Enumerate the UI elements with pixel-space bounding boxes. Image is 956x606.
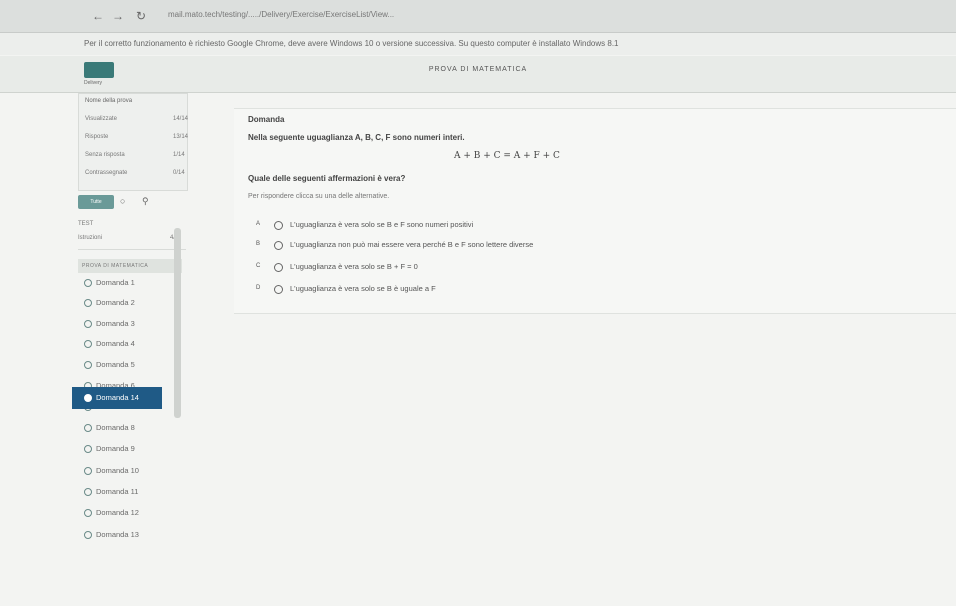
- question-label: Domanda 11: [96, 487, 139, 496]
- option-text: L'uguaglianza è vera solo se B è uguale …: [290, 284, 436, 293]
- question-item-5[interactable]: Domanda 5: [84, 360, 135, 370]
- status-dot-icon: [84, 531, 92, 540]
- test-name: Nome della prova: [85, 98, 133, 104]
- question-label: Domanda 14: [96, 393, 139, 402]
- status-dot-icon: [84, 488, 92, 497]
- question-item-13[interactable]: Domanda 13: [84, 530, 139, 540]
- test-header: TEST: [78, 221, 94, 227]
- filter-toolbar: Tutte ○ ⚲: [78, 195, 186, 209]
- filter-all-button[interactable]: Tutte: [78, 195, 114, 209]
- question-item-9[interactable]: Domanda 9: [84, 444, 135, 454]
- radio-icon[interactable]: [274, 285, 283, 294]
- status-dot-icon: [84, 279, 92, 288]
- instructions-label: Istruzioni: [78, 235, 103, 241]
- status-dot-icon: [84, 340, 92, 349]
- status-dot-icon: [84, 299, 92, 308]
- instructions-item[interactable]: Istruzioni 4/4: [78, 235, 186, 250]
- question-item-2[interactable]: Domanda 2: [84, 298, 135, 308]
- stat-value: 0/14: [173, 170, 185, 176]
- status-dot-icon: [84, 509, 92, 518]
- question-panel: Domanda Nella seguente uguaglianza A, B,…: [234, 108, 956, 314]
- option-text: L'uguaglianza è vera solo se B + F = 0: [290, 262, 418, 271]
- stat-label: Risposte: [85, 134, 109, 140]
- question-label: Domanda 5: [96, 360, 135, 369]
- address-bar[interactable]: mail.mato.tech/testing/...../Delivery/Ex…: [168, 10, 938, 19]
- option-text: L'uguaglianza è vera solo se B e F sono …: [290, 220, 474, 229]
- compatibility-notice: Per il corretto funzionamento è richiest…: [0, 33, 956, 55]
- unanswered-filter-icon[interactable]: ○: [120, 196, 125, 206]
- status-dot-icon: [84, 424, 92, 433]
- answer-option-c[interactable]: C L'uguaglianza è vera solo se B + F = 0: [256, 261, 856, 275]
- question-item-12[interactable]: Domanda 12: [84, 508, 139, 518]
- stat-value: 14/14: [173, 116, 189, 122]
- stat-label: Contrassegnate: [85, 170, 128, 176]
- question-item-3[interactable]: Domanda 3: [84, 319, 135, 329]
- radio-icon[interactable]: [274, 241, 283, 250]
- question-label: Domanda 1: [96, 278, 135, 287]
- question-label: Domanda 3: [96, 319, 135, 328]
- question-title: Domanda: [248, 115, 285, 124]
- sidebar-scrollbar[interactable]: [174, 228, 181, 418]
- status-dot-icon: [84, 394, 92, 403]
- question-label: Domanda 8: [96, 423, 135, 432]
- reload-icon[interactable]: ↻: [136, 9, 146, 23]
- section-title: PROVA DI MATEMATICA: [78, 259, 182, 273]
- logo-caption: Delivery: [84, 80, 103, 86]
- answer-option-a[interactable]: A L'uguaglianza è vera solo se B e F son…: [256, 219, 856, 233]
- question-item-11[interactable]: Domanda 11: [84, 487, 139, 497]
- option-letter: B: [256, 241, 261, 247]
- question-item-14[interactable]: Domanda 14: [72, 387, 162, 409]
- status-dot-icon: [84, 320, 92, 329]
- stat-visualizzate[interactable]: Visualizzate 14/14: [85, 116, 188, 130]
- option-text: L'uguaglianza non può mai essere vera pe…: [290, 240, 534, 249]
- radio-icon[interactable]: [274, 221, 283, 230]
- question-hint: Per rispondere clicca su una delle alter…: [248, 193, 390, 200]
- progress-card: Nome della prova Visualizzate 14/14 Risp…: [78, 93, 188, 191]
- stat-label: Senza risposta: [85, 152, 125, 158]
- option-letter: C: [256, 263, 261, 269]
- radio-icon[interactable]: [274, 263, 283, 272]
- stat-value: 1/14: [173, 152, 185, 158]
- answer-option-d[interactable]: D L'uguaglianza è vera solo se B è ugual…: [256, 283, 856, 297]
- stat-contrassegnate[interactable]: Contrassegnate 0/14: [85, 170, 185, 184]
- stat-risposte[interactable]: Risposte 13/14: [85, 134, 188, 148]
- question-label: Domanda 2: [96, 298, 135, 307]
- question-label: Domanda 12: [96, 508, 139, 517]
- stat-senza-risposta[interactable]: Senza risposta 1/14: [85, 152, 185, 166]
- option-letter: A: [256, 221, 261, 227]
- browser-toolbar: ← → ↻ mail.mato.tech/testing/...../Deliv…: [0, 0, 956, 33]
- question-item-8[interactable]: Domanda 8: [84, 423, 135, 433]
- question-label: Domanda 4: [96, 339, 135, 348]
- forward-icon[interactable]: →: [112, 9, 124, 23]
- question-intro: Nella seguente uguaglianza A, B, C, F so…: [248, 133, 465, 142]
- question-item-4[interactable]: Domanda 4: [84, 339, 135, 349]
- question-item-10[interactable]: Domanda 10: [84, 466, 139, 476]
- app-header: Delivery PROVA DI MATEMATICA: [0, 56, 956, 93]
- search-icon[interactable]: ⚲: [142, 196, 149, 207]
- status-dot-icon: [84, 361, 92, 370]
- question-equation: A + B + C = A + F + C: [454, 151, 560, 161]
- question-prompt: Quale delle seguenti affermazioni è vera…: [248, 174, 406, 183]
- back-icon[interactable]: ←: [92, 9, 104, 23]
- sidebar: Nome della prova Visualizzate 14/14 Risp…: [72, 93, 188, 606]
- status-dot-icon: [84, 467, 92, 476]
- question-label: Domanda 9: [96, 444, 135, 453]
- option-letter: D: [256, 285, 261, 291]
- status-dot-icon: [84, 445, 92, 454]
- stat-label: Visualizzate: [85, 116, 117, 122]
- question-label: Domanda 13: [96, 530, 139, 539]
- answer-option-b[interactable]: B L'uguaglianza non può mai essere vera …: [256, 239, 856, 253]
- question-label: Domanda 10: [96, 466, 139, 475]
- stat-value: 13/14: [173, 134, 189, 140]
- exam-title: PROVA DI MATEMATICA: [428, 66, 528, 73]
- question-item-1[interactable]: Domanda 1: [84, 278, 135, 288]
